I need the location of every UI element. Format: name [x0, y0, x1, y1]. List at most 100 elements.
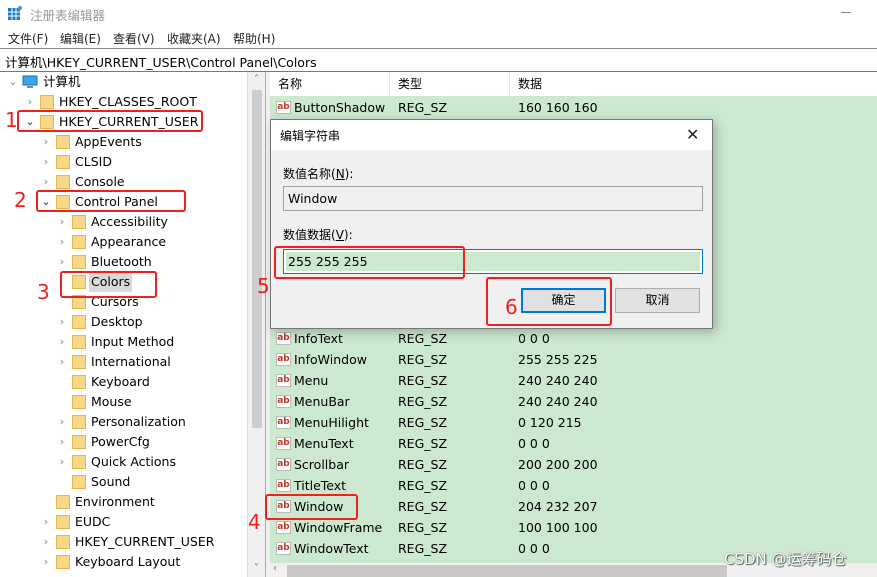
- list-item[interactable]: ab Window REG_SZ 204 232 207: [270, 496, 877, 517]
- value-type: REG_SZ: [398, 478, 448, 493]
- value-name-label: 数值名称(N):: [283, 167, 354, 181]
- chevron-right-icon[interactable]: ›: [41, 152, 51, 172]
- chevron-down-icon[interactable]: ⌄: [8, 72, 18, 92]
- folder-icon: [72, 375, 86, 389]
- list-item[interactable]: ab InfoText REG_SZ 0 0 0: [270, 328, 877, 349]
- folder-icon: [40, 95, 54, 109]
- annotation-number-2: 2: [14, 188, 27, 212]
- scroll-up-icon[interactable]: ˄: [248, 72, 265, 88]
- chevron-right-icon[interactable]: ›: [57, 252, 67, 272]
- tree-item-label: AppEvents: [75, 134, 142, 149]
- address-bar[interactable]: 计算机\HKEY_CURRENT_USER\Control Panel\Colo…: [0, 48, 877, 73]
- folder-icon: [72, 455, 86, 469]
- column-type[interactable]: 类型: [390, 72, 510, 96]
- folder-icon: [72, 235, 86, 249]
- annotation-box-4: [265, 494, 358, 520]
- annotation-box-1: [17, 110, 203, 132]
- list-item[interactable]: ab MenuBar REG_SZ 240 240 240: [270, 391, 877, 412]
- list-item[interactable]: ab InfoWindow REG_SZ 255 255 225: [270, 349, 877, 370]
- folder-icon: [72, 255, 86, 269]
- value-name: MenuBar: [294, 394, 350, 409]
- title-bar: 注册表编辑器: [0, 0, 877, 26]
- list-item[interactable]: ab MenuHilight REG_SZ 0 120 215: [270, 412, 877, 433]
- list-item[interactable]: ab WindowFrame REG_SZ 100 100 100: [270, 517, 877, 538]
- address-path[interactable]: 计算机\HKEY_CURRENT_USER\Control Panel\Colo…: [5, 52, 317, 71]
- tree-item-label: Desktop: [91, 314, 143, 329]
- chevron-right-icon[interactable]: ›: [41, 172, 51, 192]
- chevron-right-icon[interactable]: ›: [25, 92, 35, 112]
- tree-item-label: Bluetooth: [91, 254, 152, 269]
- tree-item-label: HKEY_CLASSES_ROOT: [59, 94, 197, 109]
- chevron-right-icon[interactable]: ›: [57, 232, 67, 252]
- list-header: 名称 类型 数据: [270, 72, 877, 96]
- tree-item-label: Environment: [75, 494, 155, 509]
- value-name: MenuHilight: [294, 415, 369, 430]
- chevron-right-icon[interactable]: ›: [57, 432, 67, 452]
- tree-item-label: Keyboard Layout: [75, 554, 181, 569]
- menu-file[interactable]: 文件(F): [8, 30, 48, 47]
- tree-scrollbar-thumb[interactable]: [252, 90, 262, 428]
- string-value-icon: ab: [276, 353, 291, 366]
- chevron-right-icon[interactable]: ›: [57, 332, 67, 352]
- tree-scrollbar[interactable]: ˄ ˅: [248, 72, 265, 577]
- cancel-button[interactable]: 取消: [615, 288, 700, 313]
- value-type: REG_SZ: [398, 541, 448, 556]
- column-data[interactable]: 数据: [510, 72, 877, 96]
- value-data: 204 232 207: [518, 499, 598, 514]
- computer-icon: [22, 75, 38, 88]
- value-type: REG_SZ: [398, 457, 448, 472]
- scroll-left-icon[interactable]: ‹: [273, 563, 277, 574]
- value-data: 200 200 200: [518, 457, 598, 472]
- annotation-number-5: 5: [257, 274, 270, 298]
- string-value-icon: ab: [276, 458, 291, 471]
- value-data: 100 100 100: [518, 520, 598, 535]
- chevron-right-icon[interactable]: ›: [57, 312, 67, 332]
- tree-item-label: CLSID: [75, 154, 112, 169]
- value-name: InfoText: [294, 331, 343, 346]
- folder-icon: [72, 415, 86, 429]
- menu-edit[interactable]: 编辑(E): [60, 30, 101, 47]
- list-item[interactable]: ab Scrollbar REG_SZ 200 200 200: [270, 454, 877, 475]
- window-title: 注册表编辑器: [30, 8, 106, 23]
- chevron-right-icon[interactable]: ›: [57, 452, 67, 472]
- dialog-title: 编辑字符串: [280, 129, 341, 143]
- watermark: CSDN @运筹码仓: [724, 550, 847, 568]
- list-item[interactable]: ab TitleText REG_SZ 0 0 0: [270, 475, 877, 496]
- folder-icon: [72, 475, 86, 489]
- chevron-right-icon[interactable]: ›: [57, 412, 67, 432]
- menu-favorites[interactable]: 收藏夹(A): [167, 30, 221, 47]
- chevron-right-icon[interactable]: ›: [41, 552, 51, 572]
- close-icon[interactable]: ✕: [686, 125, 699, 144]
- chevron-right-icon[interactable]: ›: [41, 512, 51, 532]
- menu-help[interactable]: 帮助(H): [233, 30, 275, 47]
- scroll-down-icon[interactable]: ˅: [248, 561, 265, 577]
- chevron-right-icon[interactable]: ›: [41, 532, 51, 552]
- list-item[interactable]: ab MenuText REG_SZ 0 0 0: [270, 433, 877, 454]
- list-item[interactable]: ab Menu REG_SZ 240 240 240: [270, 370, 877, 391]
- list-item[interactable]: ab ButtonShadow REG_SZ 160 160 160: [270, 97, 877, 118]
- value-type: REG_SZ: [398, 331, 448, 346]
- column-name[interactable]: 名称: [270, 72, 390, 96]
- folder-icon: [72, 315, 86, 329]
- menu-view[interactable]: 查看(V): [113, 30, 155, 47]
- folder-icon: [72, 435, 86, 449]
- folder-icon: [56, 155, 70, 169]
- annotation-box-3: [60, 271, 157, 298]
- value-name: MenuText: [294, 436, 354, 451]
- registry-editor-icon: [8, 6, 22, 20]
- value-type: REG_SZ: [398, 100, 448, 115]
- hscroll-thumb[interactable]: [287, 565, 727, 577]
- chevron-right-icon[interactable]: ›: [41, 132, 51, 152]
- tree-item-label: Personalization: [91, 414, 186, 429]
- tree-item-label: International: [91, 354, 171, 369]
- chevron-right-icon[interactable]: ›: [57, 212, 67, 232]
- value-data: 255 255 225: [518, 352, 598, 367]
- value-name: Scrollbar: [294, 457, 349, 472]
- value-data: 240 240 240: [518, 373, 598, 388]
- folder-icon: [72, 335, 86, 349]
- minimize-button[interactable]: [841, 12, 851, 13]
- chevron-right-icon[interactable]: ›: [57, 352, 67, 372]
- tree-item-label: Mouse: [91, 394, 132, 409]
- tree-item-label: Appearance: [91, 234, 167, 249]
- value-name-field[interactable]: Window: [283, 186, 703, 211]
